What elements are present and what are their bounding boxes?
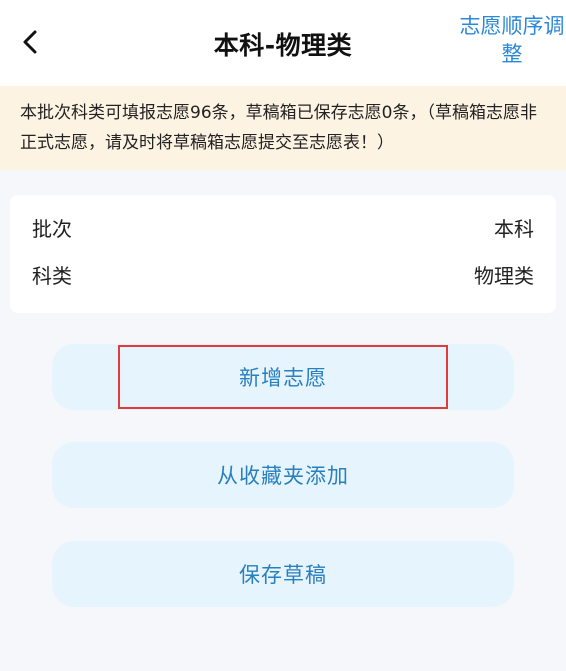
batch-value: 本科 xyxy=(494,216,534,241)
notice-banner: 本批次科类可填报志愿96条，草稿箱已保存志愿0条，（草稿箱志愿非正式志愿，请及时… xyxy=(0,86,566,170)
info-row-category: 科类 物理类 xyxy=(32,259,534,289)
header-bar: 本科-物理类 志愿顺序调整 xyxy=(0,0,566,86)
add-from-favorites-button[interactable]: 从收藏夹添加 xyxy=(52,442,514,508)
reorder-link[interactable]: 志愿顺序调整 xyxy=(458,12,566,68)
notice-text: 本批次科类可填报志愿96条，草稿箱已保存志愿0条，（草稿箱志愿非正式志愿，请及时… xyxy=(20,103,537,153)
info-card: 批次 本科 科类 物理类 xyxy=(10,195,556,313)
category-value: 物理类 xyxy=(474,263,534,288)
info-row-batch: 批次 本科 xyxy=(32,212,534,242)
add-choice-button[interactable]: 新增志愿 xyxy=(52,344,514,410)
category-label: 科类 xyxy=(32,263,72,288)
batch-label: 批次 xyxy=(32,216,72,241)
save-draft-button[interactable]: 保存草稿 xyxy=(52,541,514,607)
